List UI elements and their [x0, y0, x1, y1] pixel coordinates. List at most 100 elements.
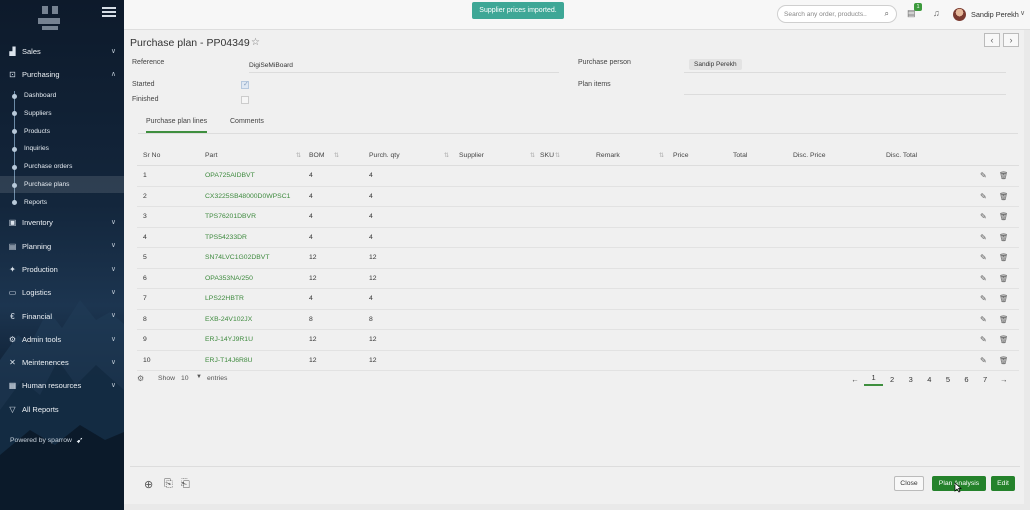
chevron-down-icon[interactable]: ▼ [196, 374, 202, 380]
trash-icon[interactable]: 🗑 [999, 253, 1009, 262]
edit-pencil-icon[interactable]: ✎ [980, 233, 987, 242]
sort-icon[interactable]: ⇅ [334, 152, 339, 159]
part-link[interactable]: EXB-24V102JX [205, 316, 252, 323]
avatar[interactable] [953, 8, 966, 21]
import-file-icon[interactable]: ⎘ [164, 478, 173, 491]
edit-pencil-icon[interactable]: ✎ [980, 171, 987, 180]
tab-purchase-plan-lines[interactable]: Purchase plan lines [146, 118, 208, 133]
edit-pencil-icon[interactable]: ✎ [980, 192, 987, 201]
sort-icon[interactable]: ⇅ [296, 152, 301, 159]
page-button-2[interactable]: 2 [883, 375, 902, 384]
prev-page-button[interactable]: ← [846, 375, 865, 384]
trash-icon[interactable]: 🗑 [999, 335, 1009, 344]
sidebar-subitem-purchase-plans[interactable]: Purchase plans [0, 175, 124, 194]
column-header-price[interactable]: Price [673, 152, 689, 159]
reference-value[interactable]: DigiSeMiBoard [249, 62, 293, 69]
sidebar-subitem-suppliers[interactable]: Suppliers [0, 104, 124, 122]
trash-icon[interactable]: 🗑 [999, 315, 1009, 324]
sidebar-item-admin-tools[interactable]: ⚙ Admin tools ∨ [0, 328, 124, 351]
part-link[interactable]: OPA353NA/250 [205, 275, 253, 282]
sidebar-subitem-reports[interactable]: Reports [0, 193, 124, 211]
trash-icon[interactable]: 🗑 [999, 192, 1009, 201]
sidebar-item-purchasing[interactable]: ⊡ Purchasing ∧ [0, 63, 124, 86]
sort-icon[interactable]: ⇅ [530, 152, 535, 159]
edit-pencil-icon[interactable]: ✎ [980, 335, 987, 344]
gear-icon[interactable]: ⚙ [137, 374, 144, 383]
edit-pencil-icon[interactable]: ✎ [980, 274, 987, 283]
chevron-down-icon[interactable]: ∨ [111, 47, 116, 55]
column-header-sr-no[interactable]: Sr No [143, 152, 160, 159]
sidebar-subitem-purchase-orders[interactable]: Purchase orders [0, 158, 124, 176]
chevron-down-icon[interactable]: ∨ [1020, 9, 1025, 17]
bell-icon[interactable]: ♫ [933, 8, 940, 18]
add-circle-icon[interactable]: ⊕ [144, 478, 153, 491]
chevron-down-icon[interactable]: ∨ [111, 311, 116, 319]
sidebar-subitem-products[interactable]: Products [0, 122, 124, 140]
page-button-3[interactable]: 3 [901, 375, 920, 384]
part-link[interactable]: ERJ-T14J6R8U [205, 357, 253, 364]
page-button-1[interactable]: 1 [864, 373, 883, 386]
username[interactable]: Sandip Perekh [971, 10, 1019, 19]
chevron-down-icon[interactable]: ∨ [111, 241, 116, 249]
column-header-bom[interactable]: BOM ⇅ [309, 152, 339, 159]
chevron-down-icon[interactable]: ∨ [111, 265, 116, 273]
column-header-sku[interactable]: SKU ⇅ [540, 152, 560, 159]
trash-icon[interactable]: 🗑 [999, 356, 1009, 365]
chevron-down-icon[interactable]: ∧ [111, 70, 116, 78]
part-link[interactable]: LPS22HBTR [205, 295, 244, 302]
chevron-down-icon[interactable]: ∨ [111, 381, 116, 389]
part-link[interactable]: SN74LVC1G02DBVT [205, 254, 269, 261]
chevron-down-icon[interactable]: ∨ [111, 358, 116, 366]
sidebar-subitem-dashboard[interactable]: Dashboard [0, 87, 124, 105]
sidebar-item-all-reports[interactable]: ▽ All Reports [0, 398, 124, 421]
sort-icon[interactable]: ⇅ [555, 152, 560, 159]
sidebar-item-human-resources[interactable]: ▦ Human resources ∨ [0, 374, 124, 397]
edit-pencil-icon[interactable]: ✎ [980, 356, 987, 365]
part-link[interactable]: ERJ-14YJ9R1U [205, 336, 253, 343]
edit-pencil-icon[interactable]: ✎ [980, 294, 987, 303]
trash-icon[interactable]: 🗑 [999, 233, 1009, 242]
column-header-total[interactable]: Total [733, 152, 747, 159]
part-link[interactable]: TPS76201DBVR [205, 213, 256, 220]
trash-icon[interactable]: 🗑 [999, 274, 1009, 283]
page-button-5[interactable]: 5 [939, 375, 958, 384]
started-checkbox[interactable] [241, 80, 249, 89]
previous-record-button[interactable]: ‹ [984, 33, 1000, 47]
finished-checkbox[interactable] [241, 96, 249, 104]
part-link[interactable]: OPA725AIDBVT [205, 172, 255, 179]
edit-pencil-icon[interactable]: ✎ [980, 315, 987, 324]
page-button-4[interactable]: 4 [920, 375, 939, 384]
column-header-part[interactable]: Part ⇅ [205, 152, 301, 159]
chevron-down-icon[interactable]: ∨ [111, 218, 116, 226]
next-record-button[interactable]: › [1003, 33, 1019, 47]
menu-toggle-icon[interactable] [102, 7, 116, 17]
tab-comments[interactable]: Comments [230, 118, 264, 125]
column-header-purch-qty[interactable]: Purch. qty ⇅ [369, 152, 449, 159]
column-header-disc-price[interactable]: Disc. Price [793, 152, 825, 159]
edit-pencil-icon[interactable]: ✎ [980, 212, 987, 221]
sidebar-item-inventory[interactable]: ▣ Inventory ∨ [0, 211, 124, 234]
star-icon[interactable]: ☆ [251, 37, 260, 48]
trash-icon[interactable]: 🗑 [999, 171, 1009, 180]
chevron-down-icon[interactable]: ∨ [111, 288, 116, 296]
sort-icon[interactable]: ⇅ [444, 152, 449, 159]
sidebar-item-planning[interactable]: ▤ Planning ∨ [0, 234, 124, 257]
trash-icon[interactable]: 🗑 [999, 294, 1009, 303]
edit-pencil-icon[interactable]: ✎ [980, 253, 987, 262]
part-link[interactable]: TPS54233DR [205, 234, 247, 241]
page-button-6[interactable]: 6 [957, 375, 976, 384]
sidebar-item-sales[interactable]: ▟ Sales ∨ [0, 40, 124, 63]
sidebar-item-production[interactable]: ✦ Production ∨ [0, 258, 124, 281]
close-button[interactable]: Close [894, 476, 924, 491]
part-link[interactable]: CX3225SB48000D0WPSC1 [205, 193, 290, 200]
column-header-remark[interactable]: Remark ⇅ [596, 152, 664, 159]
sort-icon[interactable]: ⇅ [659, 152, 664, 159]
column-header-disc-total[interactable]: Disc. Total [886, 152, 917, 159]
purchase-person-chip[interactable]: Sandip Perekh [689, 59, 742, 70]
search-input[interactable]: Search any order, products.. ⌕ [777, 5, 897, 23]
edit-button[interactable]: Edit [991, 476, 1015, 491]
search-icon[interactable]: ⌕ [885, 9, 889, 19]
export-file-icon[interactable]: ⎗ [181, 478, 190, 491]
page-size-select[interactable]: 10 [181, 375, 189, 382]
page-button-7[interactable]: 7 [976, 375, 995, 384]
